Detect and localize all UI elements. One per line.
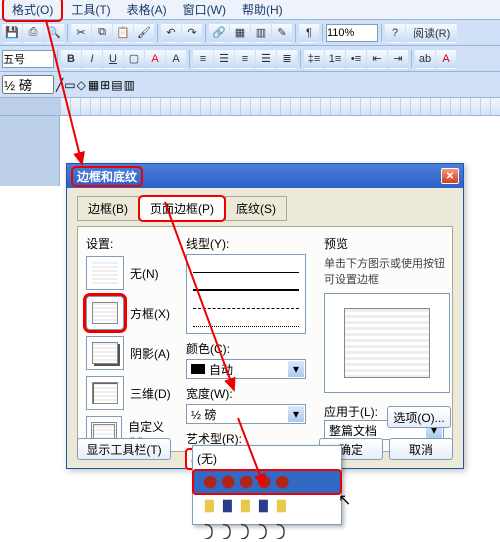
- font-color2-icon[interactable]: A: [436, 49, 456, 69]
- columns-icon[interactable]: ▥: [251, 23, 271, 43]
- bullets-icon[interactable]: •≡: [346, 49, 366, 69]
- line-spacing-icon[interactable]: ‡≡: [304, 49, 324, 69]
- redo-icon[interactable]: ↷: [182, 23, 202, 43]
- read-mode-button[interactable]: 阅读(R): [406, 23, 457, 43]
- doc-map-icon[interactable]: ¶: [299, 23, 319, 43]
- align-justify-icon[interactable]: ☰: [256, 49, 276, 69]
- menu-format[interactable]: 格式(O): [2, 0, 63, 22]
- ruler: [0, 98, 500, 116]
- preview-box[interactable]: [324, 293, 450, 393]
- dialog-title: 边框和底纹: [71, 166, 143, 187]
- preview-label: 预览: [324, 235, 454, 252]
- setting-none-label: 无(N): [130, 265, 159, 282]
- extra-toolbar: ╱ ▭ ◇ ▦ ⊞ ▤ ▥: [0, 72, 500, 98]
- applyto-value: 整篇文档: [329, 422, 377, 439]
- show-toolbar-button[interactable]: 显示工具栏(T): [77, 438, 171, 460]
- menu-window[interactable]: 窗口(W): [175, 0, 234, 20]
- cut-icon[interactable]: ✂: [71, 23, 91, 43]
- cancel-button[interactable]: 取消: [389, 438, 453, 460]
- settings-column: 设置: 无(N) 方框(X) 阴影(A) 三维(D): [86, 235, 178, 456]
- preview-hint: 单击下方图示或使用按钮可设置边框: [324, 255, 454, 287]
- zoom-input[interactable]: [326, 24, 378, 42]
- menu-bar: 格式(O) 工具(T) 表格(A) 窗口(W) 帮助(H): [0, 0, 500, 20]
- line-style-label: 线型(Y):: [186, 235, 314, 252]
- copy-icon[interactable]: ⧉: [92, 23, 112, 43]
- setting-shadow-label: 阴影(A): [130, 345, 170, 362]
- line-icon[interactable]: ╱: [56, 78, 63, 92]
- setting-shadow[interactable]: 阴影(A): [86, 336, 178, 370]
- numbering-icon[interactable]: 1≡: [325, 49, 345, 69]
- undo-icon[interactable]: ↶: [161, 23, 181, 43]
- italic-icon[interactable]: I: [82, 49, 102, 69]
- width-value: ½ 磅: [191, 406, 216, 423]
- preview-icon[interactable]: 🔍: [44, 23, 64, 43]
- paste-icon[interactable]: 📋: [113, 23, 133, 43]
- width-label: 宽度(W):: [186, 385, 314, 402]
- char-shading-icon[interactable]: A: [166, 49, 186, 69]
- table-icon[interactable]: ▦: [230, 23, 250, 43]
- tab-strip: 边框(B) 页面边框(P) 底纹(S): [77, 196, 453, 221]
- art-option-lanterns[interactable]: [193, 470, 341, 494]
- align-right-icon[interactable]: ≡: [235, 49, 255, 69]
- grid-icon[interactable]: ⊞: [100, 78, 110, 92]
- standard-toolbar: 💾 ⎙ 🔍 ✂ ⧉ 📋 🖌 ↶ ↷ 🔗 ▦ ▥ ✎ ¶ ? 阅读(R): [0, 20, 500, 46]
- distributed-icon[interactable]: ≣: [277, 49, 297, 69]
- tab-shading[interactable]: 底纹(S): [225, 196, 287, 221]
- print-icon[interactable]: ⎙: [23, 23, 43, 43]
- color-value: 自动: [209, 361, 233, 378]
- setting-3d[interactable]: 三维(D): [86, 376, 178, 410]
- menu-tools[interactable]: 工具(T): [63, 0, 118, 20]
- settings-label: 设置:: [86, 235, 178, 252]
- setting-3d-label: 三维(D): [130, 385, 171, 402]
- layout-icon[interactable]: ▥: [124, 78, 135, 92]
- setting-none[interactable]: 无(N): [86, 256, 178, 290]
- options-button[interactable]: 选项(O)...: [387, 406, 451, 428]
- tab-borders[interactable]: 边框(B): [77, 196, 139, 221]
- align-left-icon[interactable]: ≡: [193, 49, 213, 69]
- rect-icon[interactable]: ▭: [64, 78, 75, 92]
- tab-page-border[interactable]: 页面边框(P): [139, 196, 225, 221]
- line-style-list[interactable]: [186, 254, 306, 334]
- bold-icon[interactable]: B: [61, 49, 81, 69]
- art-option-figures[interactable]: [193, 494, 341, 518]
- menu-help[interactable]: 帮助(H): [234, 0, 291, 20]
- setting-box[interactable]: 方框(X): [86, 296, 178, 330]
- highlight-icon[interactable]: ab: [415, 49, 435, 69]
- line-width-input[interactable]: [2, 75, 54, 94]
- art-option-none[interactable]: (无): [193, 446, 341, 470]
- preview-page: [344, 308, 430, 378]
- menu-table[interactable]: 表格(A): [119, 0, 175, 20]
- help-icon[interactable]: ?: [385, 23, 405, 43]
- underline-icon[interactable]: U: [103, 49, 123, 69]
- art-option-hooks[interactable]: [193, 518, 341, 542]
- font-color-icon[interactable]: A: [145, 49, 165, 69]
- art-dropdown-list[interactable]: (无): [192, 445, 342, 525]
- fill-icon[interactable]: ▦: [88, 78, 99, 92]
- formatting-toolbar: B I U ▢ A A ≡ ☰ ≡ ☰ ≣ ‡≡ 1≡ •≡ ⇤ ⇥ ab A: [0, 46, 500, 72]
- shapes-icon[interactable]: ◇: [77, 78, 86, 92]
- setting-box-label: 方框(X): [130, 305, 170, 322]
- close-icon[interactable]: ✕: [441, 168, 459, 184]
- drawing-icon[interactable]: ✎: [272, 23, 292, 43]
- color-label: 颜色(C):: [186, 340, 314, 357]
- chevron-down-icon: ▾: [288, 406, 304, 422]
- line-column: 线型(Y): 颜色(C): 自动 ▾: [186, 235, 314, 475]
- dialog-titlebar: 边框和底纹 ✕: [67, 164, 463, 188]
- increase-indent-icon[interactable]: ⇥: [388, 49, 408, 69]
- font-size-input[interactable]: [2, 50, 54, 68]
- cursor-icon: ↖: [338, 490, 351, 510]
- borders-shading-dialog: 边框和底纹 ✕ 边框(B) 页面边框(P) 底纹(S) 设置: 无(N) 方框(…: [66, 163, 464, 469]
- chevron-down-icon: ▾: [288, 361, 304, 377]
- color-dropdown[interactable]: 自动 ▾: [186, 359, 306, 379]
- format-painter-icon[interactable]: 🖌: [134, 23, 154, 43]
- save-icon[interactable]: 💾: [2, 23, 22, 43]
- applyto-label: 应用于(L):: [324, 405, 378, 419]
- hyperlink-icon[interactable]: 🔗: [209, 23, 229, 43]
- align-center-icon[interactable]: ☰: [214, 49, 234, 69]
- chart-icon[interactable]: ▤: [111, 78, 122, 92]
- border-icon[interactable]: ▢: [124, 49, 144, 69]
- decrease-indent-icon[interactable]: ⇤: [367, 49, 387, 69]
- width-dropdown[interactable]: ½ 磅 ▾: [186, 404, 306, 424]
